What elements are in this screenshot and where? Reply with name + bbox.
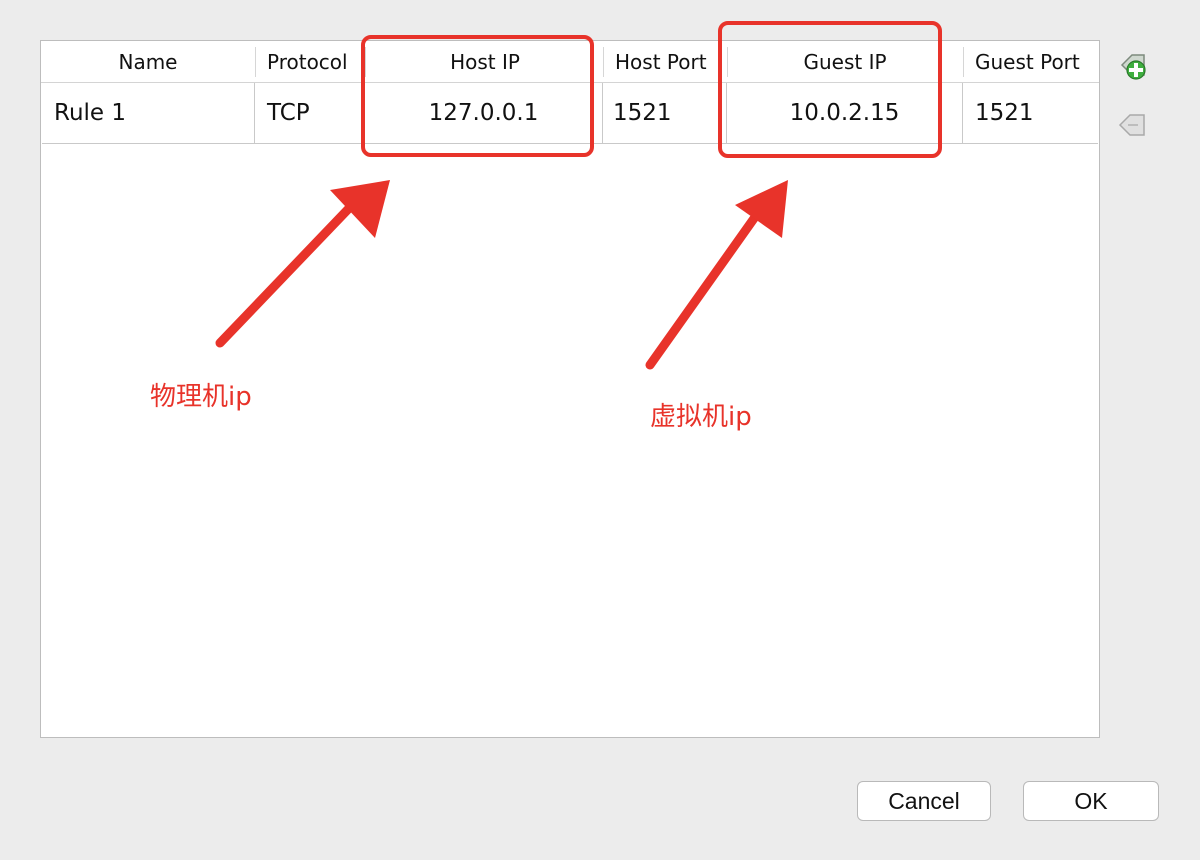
guest-ip-annotation-label: 虚拟机ip <box>650 402 752 432</box>
host-ip-annotation-label: 物理机ip <box>150 382 252 412</box>
guest-ip-arrow <box>645 180 788 370</box>
ok-button[interactable]: OK <box>1023 781 1159 821</box>
annotation-arrows <box>215 180 788 370</box>
cancel-button[interactable]: Cancel <box>857 781 991 821</box>
host-ip-arrow <box>215 180 390 348</box>
